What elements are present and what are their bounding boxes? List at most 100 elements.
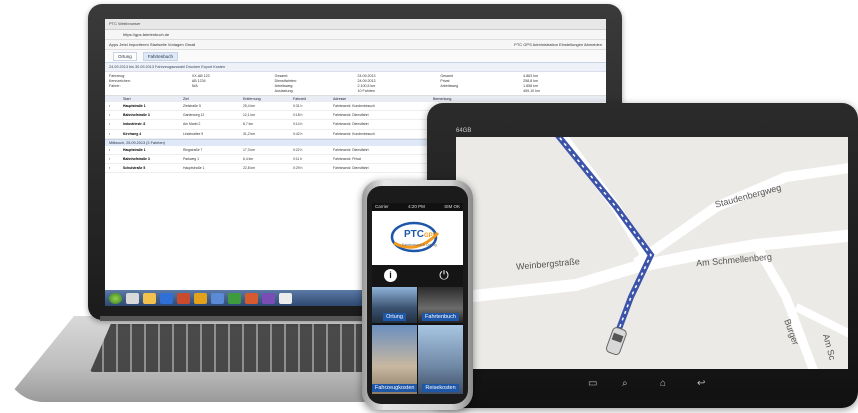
word-icon[interactable]	[211, 292, 224, 304]
table-cell: 12,1 km	[243, 113, 256, 118]
row-bullet-icon: ▪	[109, 122, 111, 127]
table-cell: Ringstraße 7	[183, 147, 203, 152]
row-bullet-icon: ▪	[109, 104, 111, 108]
powerpoint-icon[interactable]	[245, 292, 258, 304]
media-icon[interactable]	[177, 292, 190, 304]
summary-cell: 2.100,5 km	[357, 84, 376, 88]
column-header[interactable]: Ziel	[183, 97, 243, 101]
logo-suffix: GPS	[424, 233, 437, 239]
table-cell: Hauptstraße 1	[183, 166, 205, 171]
ie-icon[interactable]	[160, 292, 173, 304]
chrome-icon[interactable]	[194, 292, 207, 304]
summary-cell: Arbeitsweg:	[274, 84, 294, 88]
table-cell: Fahrtzweck: Dienstfahrt	[333, 122, 369, 127]
home-icon[interactable]: ⌂	[660, 378, 666, 389]
tab-fahrtenbuch[interactable]: Fahrtenbuch	[142, 51, 179, 61]
table-cell: 0:31 h	[293, 104, 303, 108]
url-text: https://gps.fahrtenbuch.de	[123, 32, 170, 37]
folder-icon[interactable]	[143, 292, 156, 304]
tablet-status-bar: 64GB	[456, 128, 848, 137]
bookmarks-bar: Apps Jetzt importieren Startseite Vorlag…	[105, 40, 606, 50]
calc-icon[interactable]	[279, 292, 292, 304]
table-cell: Hauptstraße 1	[123, 147, 146, 152]
app-tab-bar: Ortung Fahrtenbuch	[105, 50, 606, 63]
summary-cell: 1.858 km	[523, 84, 538, 88]
power-icon[interactable]: ⏻	[437, 268, 451, 282]
logo-tagline: Fahrtenbuch & Ortung	[402, 243, 437, 247]
table-cell: Fahrtzweck: Dienstfahrt	[333, 113, 369, 118]
browser-address-bar[interactable]: https://gps.fahrtenbuch.de	[105, 30, 606, 40]
tile-reisekosten[interactable]: Reisekosten	[418, 325, 463, 394]
phone-status-bar: Carrier 4:20 PM SIM OK	[372, 203, 463, 211]
table-cell: Zielstraße 5	[183, 104, 201, 108]
column-header[interactable]: Adresse	[333, 97, 433, 101]
table-cell: Kirchweg 4	[123, 131, 142, 136]
back-icon[interactable]: ↩	[697, 378, 705, 389]
excel-icon[interactable]	[228, 292, 241, 304]
bookmarks-list[interactable]: Apps Jetzt importieren Startseite Vorlag…	[109, 40, 195, 49]
table-cell: Parkweg 1	[183, 157, 200, 162]
table-cell: 0:42 h	[293, 131, 303, 136]
table-cell: 0:22 h	[293, 147, 303, 152]
recent-apps-icon[interactable]: ▭	[588, 378, 597, 389]
table-cell: Schulstraße 5	[123, 166, 146, 171]
summary-cell: 459,10 km	[523, 89, 540, 93]
summary-cell: N/A	[191, 84, 198, 88]
logo-text: PTC	[404, 229, 424, 240]
search-icon[interactable]: ⌕	[622, 378, 628, 389]
table-cell: Fahrtzweck: Kundenbesuch	[333, 131, 375, 136]
summary-cell: Fahrzeug:	[109, 74, 126, 78]
column-header[interactable]: Start	[123, 97, 183, 101]
app-icon[interactable]	[262, 292, 275, 304]
tile-ortung[interactable]: Ortung	[372, 287, 417, 323]
table-cell: Gartenweg 12	[183, 113, 205, 118]
date-toolbar[interactable]: 24.09.2013 bis 30.09.2013 Fahrzeugauswah…	[105, 63, 606, 72]
start-button-icon[interactable]	[109, 292, 122, 304]
table-cell: 25,4 km	[243, 104, 256, 108]
summary-cell: 258,8 km	[523, 79, 538, 83]
summary-cell: Auslastung:	[274, 89, 294, 93]
explorer-icon[interactable]	[126, 292, 139, 304]
phone-control-bar: i ⏻	[372, 265, 463, 287]
summary-cell: XX-AB 123	[191, 74, 210, 78]
table-cell: Lindenallee 9	[183, 131, 204, 136]
table-cell: 0:11 h	[293, 157, 303, 162]
tile-label: Reisekosten	[422, 384, 459, 392]
row-bullet-icon: ▪	[109, 166, 111, 171]
ptc-logo: PTCGPS Fahrtenbuch & Ortung	[372, 211, 463, 265]
table-cell: 0:29 h	[293, 166, 303, 171]
row-bullet-icon: ▪	[109, 147, 111, 152]
table-cell: Bahnhofstraße 3	[123, 157, 150, 162]
summary-cell: Gesamt	[440, 74, 453, 78]
summary-cell: Privat	[440, 79, 450, 83]
column-header[interactable]: Entfernung	[243, 97, 293, 101]
column-header[interactable]	[109, 97, 123, 101]
summary-cell: Dienstfahrten:	[274, 79, 298, 83]
info-icon[interactable]: i	[384, 269, 397, 282]
summary-cell: Fahrer:	[109, 84, 121, 88]
summary-cell	[109, 89, 188, 93]
phone-time: 4:20 PM	[408, 204, 425, 209]
tab-ortung[interactable]: Ortung	[113, 51, 137, 61]
table-cell: Fahrtzweck: Privat	[333, 157, 361, 162]
phone-tile-grid: Ortung Fahrtenbuch Fahrzeugkosten Reisek…	[372, 287, 463, 394]
table-cell: 17,3 km	[243, 147, 256, 152]
table-cell: Am Markt 2	[183, 122, 201, 127]
table-cell: Bahnhofstraße 3	[123, 113, 150, 118]
summary-grid: Fahrzeug: XX-AB 123 Gesamt: 24.09.2013 Gesam…	[105, 72, 606, 96]
column-header[interactable]: Fahrzeit	[293, 97, 333, 101]
tile-fahrzeugkosten[interactable]: Fahrzeugkosten	[372, 325, 417, 394]
tile-label: Fahrtenbuch	[422, 313, 459, 321]
table-cell: 0:14 h	[293, 122, 303, 127]
summary-cell: 24.09.2013	[357, 74, 376, 78]
account-links[interactable]: PTC GPS Administration Einstellungen Abm…	[514, 40, 606, 49]
browser-tab[interactable]: PTC Webbrowser	[109, 21, 141, 26]
column-header[interactable]: Bemerkung	[433, 97, 602, 101]
map-view[interactable]: Staudenbergweg Weinbergstraße Am Schmell…	[456, 137, 848, 369]
tile-fahrtenbuch[interactable]: Fahrtenbuch	[418, 287, 463, 323]
summary-cell: Arbeitsweg	[440, 84, 459, 88]
row-bullet-icon: ▪	[109, 113, 111, 118]
row-bullet-icon: ▪	[109, 157, 111, 162]
table-cell: Fahrtzweck: Dienstfahrt	[333, 166, 369, 171]
summary-cell: 10 Fahrten	[357, 89, 375, 93]
